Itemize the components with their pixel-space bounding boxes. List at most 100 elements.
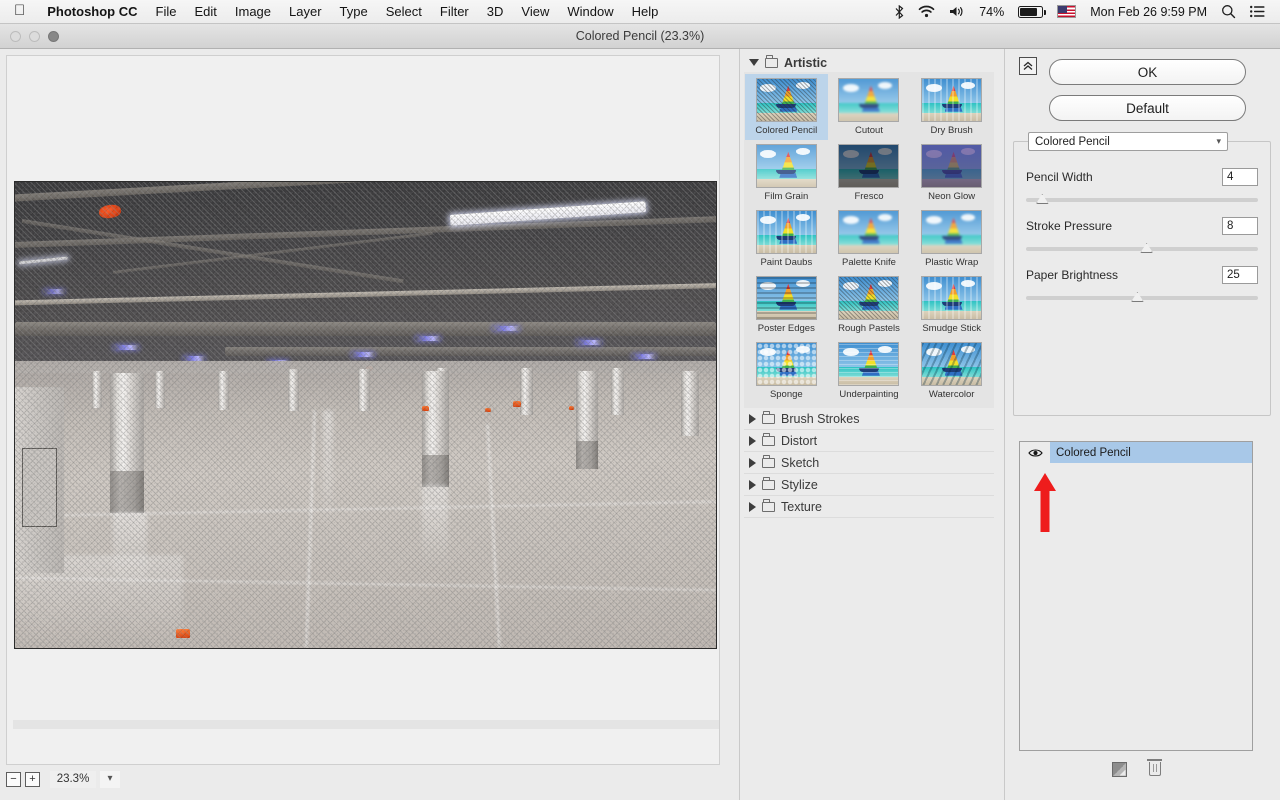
collapse-panel-icon[interactable] xyxy=(1019,57,1037,75)
filter-thumbnail[interactable]: Fresco xyxy=(828,140,911,206)
column-foreground xyxy=(680,370,699,436)
ceiling-lamp xyxy=(414,335,441,341)
battery-icon[interactable] xyxy=(1011,5,1050,18)
triangle-right-icon[interactable] xyxy=(749,501,756,512)
orange-object xyxy=(512,401,521,408)
us-flag-icon[interactable] xyxy=(1050,5,1083,18)
orange-object xyxy=(421,405,429,411)
filter-thumbnail[interactable]: Rough Pastels xyxy=(828,272,911,338)
menu-item-3d[interactable]: 3D xyxy=(478,0,513,24)
filtered-image-preview[interactable] xyxy=(14,181,717,649)
triangle-down-icon[interactable] xyxy=(749,59,759,66)
filter-thumbnail[interactable]: Colored Pencil xyxy=(745,74,828,140)
category-label: Stylize xyxy=(781,477,818,492)
menu-item-select[interactable]: Select xyxy=(377,0,431,24)
menu-item-filter[interactable]: Filter xyxy=(431,0,478,24)
menu-item-view[interactable]: View xyxy=(512,0,558,24)
menu-item-layer[interactable]: Layer xyxy=(280,0,331,24)
filter-thumbnail-label: Rough Pastels xyxy=(838,323,900,334)
notification-center-icon[interactable] xyxy=(1243,5,1272,18)
filter-thumbnail[interactable]: Cutout xyxy=(828,74,911,140)
parameter-value-input[interactable]: 25 xyxy=(1222,266,1258,284)
category-header-artistic[interactable]: Artistic xyxy=(744,53,994,72)
column-base xyxy=(575,440,598,469)
parameter-control: Pencil Width 4 xyxy=(1026,168,1258,207)
default-button[interactable]: Default xyxy=(1049,95,1246,121)
category-row[interactable]: Stylize xyxy=(744,474,994,496)
zoom-in-button[interactable]: + xyxy=(25,772,40,787)
trash-icon[interactable] xyxy=(1147,759,1162,776)
category-row[interactable]: Brush Strokes xyxy=(744,408,994,430)
zoom-level-value[interactable]: 23.3% xyxy=(50,771,96,788)
filter-thumbnail[interactable]: Dry Brush xyxy=(910,74,993,140)
parameter-slider[interactable] xyxy=(1026,193,1258,207)
zoom-out-button[interactable]: − xyxy=(6,772,21,787)
layer-visibility-toggle[interactable] xyxy=(1020,442,1050,463)
menu-item-type[interactable]: Type xyxy=(331,0,377,24)
filter-gallery-dialog: − + 23.3% ▾ Artistic Colored Pencil Cutou… xyxy=(0,49,1280,800)
menu-item-app-name[interactable]: Photoshop CC xyxy=(38,0,146,24)
menu-item-file[interactable]: File xyxy=(147,0,186,24)
ceiling-lamp xyxy=(631,354,656,360)
parameter-value-input[interactable]: 4 xyxy=(1222,168,1258,186)
new-effect-layer-icon[interactable] xyxy=(1111,761,1127,777)
filter-thumbnail-label: Fresco xyxy=(854,191,884,202)
category-row[interactable]: Sketch xyxy=(744,452,994,474)
filter-controls-pane: OK Default Colored Pencil ▾ Pencil Width… xyxy=(1005,49,1279,800)
canvas-horizontal-scrollbar[interactable] xyxy=(13,720,719,729)
category-row[interactable]: Distort xyxy=(744,430,994,452)
parameter-slider[interactable] xyxy=(1026,242,1258,256)
column-foreground xyxy=(575,370,598,441)
filter-thumbnail[interactable]: Palette Knife xyxy=(828,206,911,272)
menu-item-help[interactable]: Help xyxy=(623,0,668,24)
triangle-right-icon[interactable] xyxy=(749,413,756,424)
filter-thumbnail-label: Underpainting xyxy=(839,389,899,400)
visibility-eye-icon xyxy=(1027,448,1043,457)
filter-thumbnail[interactable]: Paint Daubs xyxy=(745,206,828,272)
column-base xyxy=(109,470,144,513)
filter-thumbnail[interactable]: Plastic Wrap xyxy=(910,206,993,272)
apple-logo-icon[interactable]:  xyxy=(0,3,38,18)
filter-select-value: Colored Pencil xyxy=(1035,135,1110,148)
filter-thumbnail-label: Plastic Wrap xyxy=(925,257,979,268)
floor-reflection xyxy=(323,410,334,532)
ok-button[interactable]: OK xyxy=(1049,59,1246,85)
category-row[interactable]: Texture xyxy=(744,496,994,518)
triangle-right-icon[interactable] xyxy=(749,457,756,468)
filter-parameters-group: Colored Pencil ▾ Pencil Width 4 Stroke Pre… xyxy=(1013,132,1271,416)
filter-thumbnail[interactable]: Neon Glow xyxy=(910,140,993,206)
parameter-slider[interactable] xyxy=(1026,291,1258,305)
triangle-right-icon[interactable] xyxy=(749,479,756,490)
filter-browser-pane: Artistic Colored Pencil Cutout Dry Brush Fi… xyxy=(740,49,1005,800)
parameter-label: Pencil Width xyxy=(1026,170,1093,184)
volume-icon[interactable] xyxy=(942,5,972,18)
triangle-right-icon[interactable] xyxy=(749,435,756,446)
ceiling-lamp xyxy=(491,326,520,332)
collapsed-category-list: Brush Strokes Distort Sketch Stylize Texture xyxy=(744,408,994,518)
menu-item-image[interactable]: Image xyxy=(226,0,280,24)
effect-layer-footer xyxy=(1019,755,1253,783)
effect-layer-row[interactable]: Colored Pencil xyxy=(1020,442,1252,463)
filter-thumbnail[interactable]: Poster Edges xyxy=(745,272,828,338)
bluetooth-icon[interactable] xyxy=(888,4,911,19)
filter-thumbnail-image xyxy=(755,276,817,320)
category-label: Brush Strokes xyxy=(781,411,860,426)
chevron-down-icon[interactable]: ▾ xyxy=(100,771,120,788)
preview-canvas[interactable] xyxy=(6,55,720,765)
filter-select-dropdown[interactable]: Colored Pencil ▾ xyxy=(1028,132,1228,151)
filter-thumbnail[interactable]: Sponge xyxy=(745,338,828,404)
filter-thumbnail[interactable]: Watercolor xyxy=(910,338,993,404)
filter-thumbnail[interactable]: Underpainting xyxy=(828,338,911,404)
parameter-slider-list: Pencil Width 4 Stroke Pressure 8 Paper Brigh… xyxy=(1026,168,1258,305)
menu-item-window[interactable]: Window xyxy=(558,0,622,24)
filter-thumbnail[interactable]: Smudge Stick xyxy=(910,272,993,338)
orange-object xyxy=(568,405,574,410)
wifi-icon[interactable] xyxy=(911,5,942,18)
parameter-value-input[interactable]: 8 xyxy=(1222,217,1258,235)
menu-bar-clock[interactable]: Mon Feb 26 9:59 PM xyxy=(1083,0,1214,24)
search-icon[interactable] xyxy=(1214,4,1243,19)
parameter-control: Stroke Pressure 8 xyxy=(1026,217,1258,256)
filter-thumbnail[interactable]: Film Grain xyxy=(745,140,828,206)
ceiling-lamp xyxy=(113,345,140,351)
menu-item-edit[interactable]: Edit xyxy=(185,0,225,24)
